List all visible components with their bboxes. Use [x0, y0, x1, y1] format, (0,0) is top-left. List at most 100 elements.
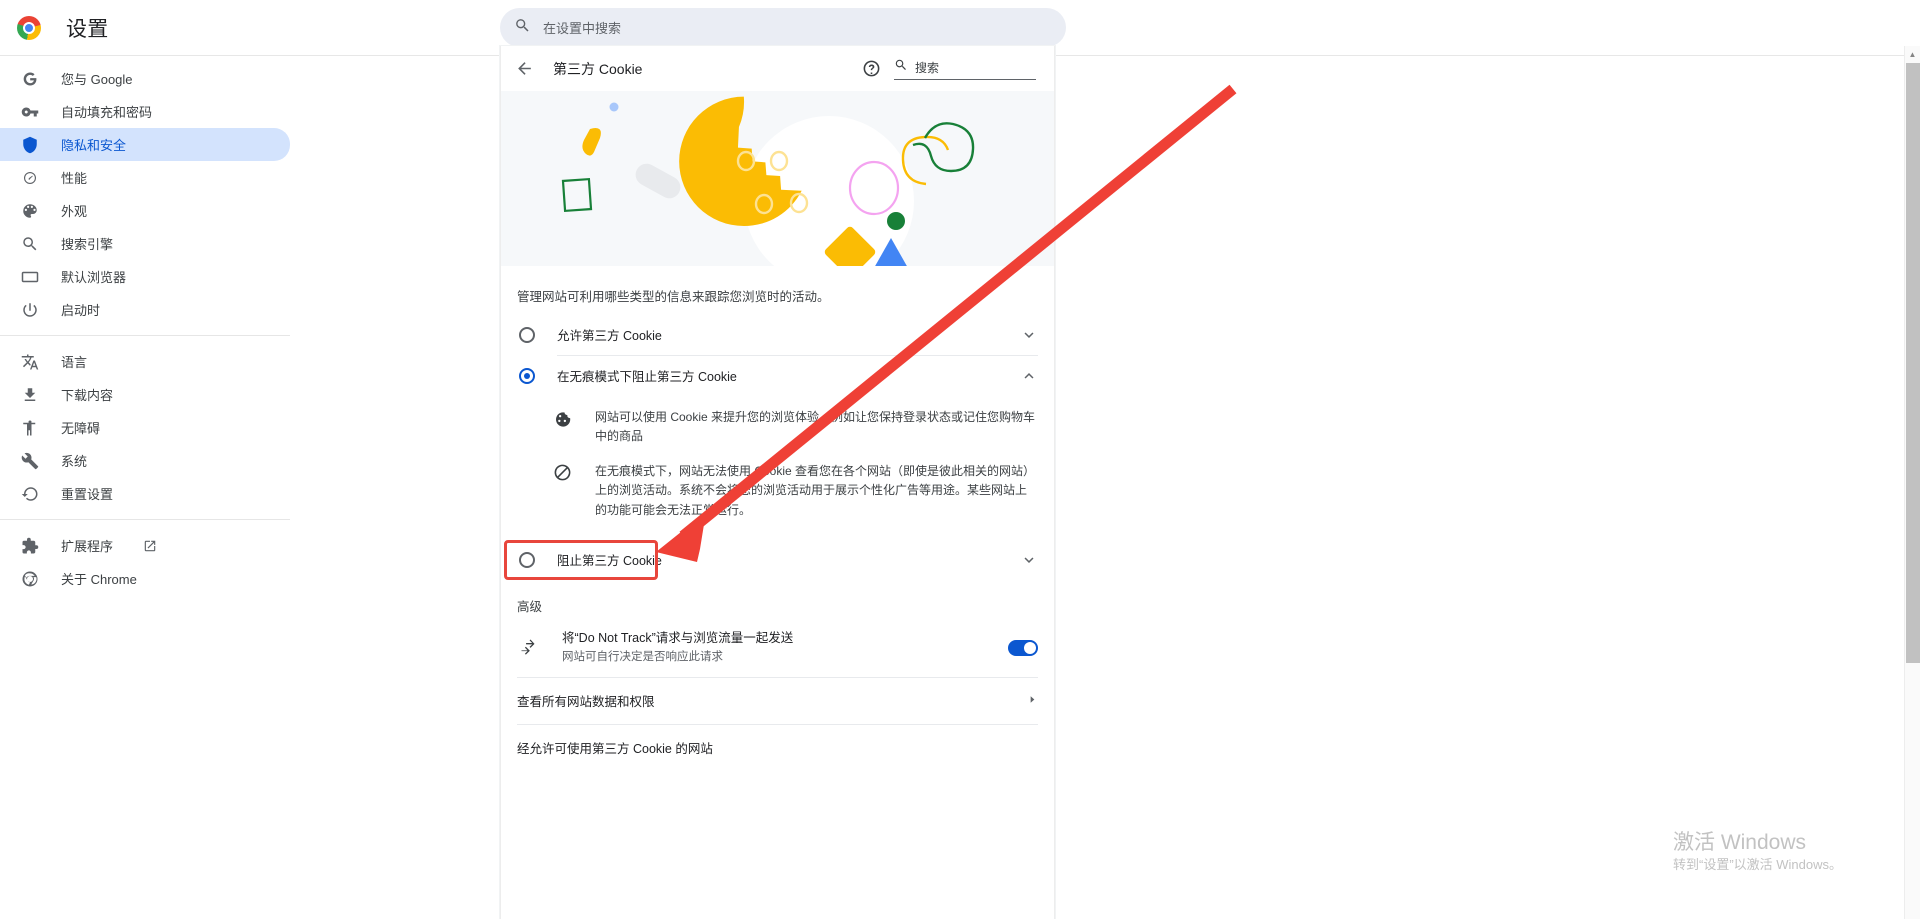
- translate-icon: [20, 352, 40, 372]
- scroll-up-icon[interactable]: ▲: [1905, 46, 1920, 62]
- sidebar-item-on-startup[interactable]: 启动时: [0, 293, 290, 326]
- sidebar-item-extensions[interactable]: 扩展程序: [0, 529, 290, 562]
- block-icon: [553, 463, 573, 483]
- main-panel: 第三方 Cookie 搜索 管理网站可利用哪些类型的信息来跟踪您浏览时的活动。 …: [500, 46, 1055, 919]
- option-label: 在无痕模式下阻止第三方 Cookie: [557, 370, 737, 385]
- sidebar-item-default-browser[interactable]: 默认浏览器: [0, 260, 290, 293]
- settings-search-box[interactable]: 在设置中搜索: [500, 8, 1066, 47]
- watermark-line-1: 激活 Windows: [1672, 830, 1807, 854]
- sidebar-item-appearance[interactable]: 外观: [0, 194, 290, 227]
- wrench-icon: [20, 451, 40, 471]
- advanced-section-title: 高级: [517, 599, 543, 614]
- option-allow-third-party-cookies[interactable]: 允许第三方 Cookie: [501, 315, 1054, 355]
- search-icon: [514, 17, 531, 39]
- chevron-down-icon[interactable]: [1020, 551, 1038, 569]
- sidebar-item-system[interactable]: 系统: [0, 444, 290, 477]
- page-title: 第三方 Cookie: [553, 60, 643, 77]
- view-all-site-data-label: 查看所有网站数据和权限: [517, 695, 655, 710]
- radio-button[interactable]: [519, 367, 535, 384]
- app-title: 设置: [66, 17, 109, 41]
- sidebar-item-label: 外观: [61, 204, 88, 219]
- sidebar-item-label: 自动填充和密码: [61, 105, 153, 120]
- sidebar-item-label: 下载内容: [61, 388, 114, 403]
- page-header: 第三方 Cookie 搜索: [501, 46, 1054, 91]
- external-link-icon: [143, 539, 157, 553]
- settings-window: 设置 在设置中搜索 您与 Google 自动填充和密码 隐私和安全 性能 外观 …: [0, 0, 1920, 919]
- cookie-illustration: [501, 91, 1054, 266]
- sidebar-item-label: 搜索引擎: [61, 237, 114, 252]
- do-not-track-row[interactable]: 将“Do Not Track”请求与浏览流量一起发送 网站可自行决定是否响应此请…: [501, 621, 1054, 677]
- search-icon: [20, 234, 40, 254]
- windows-activation-watermark: 激活 Windows 转到“设置”以激活 Windows。: [1673, 829, 1842, 874]
- option-detail: 网站可以使用 Cookie 来提升您的浏览体验，例如让您保持登录状态或记住您购物…: [501, 396, 1054, 450]
- settings-search-placeholder: 在设置中搜索: [543, 21, 622, 36]
- sidebar-item-label: 启动时: [61, 303, 101, 318]
- radio-button[interactable]: [519, 326, 535, 343]
- accessibility-icon: [20, 418, 40, 438]
- scrollbar-thumb[interactable]: [1906, 63, 1920, 663]
- option-label: 允许第三方 Cookie: [557, 329, 662, 344]
- sidebar: 您与 Google 自动填充和密码 隐私和安全 性能 外观 搜索引擎 默认浏览器…: [0, 56, 290, 919]
- extension-puzzle-icon: [20, 536, 40, 556]
- sidebar-item-search-engine[interactable]: 搜索引擎: [0, 227, 290, 260]
- option-detail: 在无痕模式下，网站无法使用 Cookie 查看您在各个网站（即使是彼此相关的网站…: [501, 450, 1054, 524]
- section-description: 管理网站可利用哪些类型的信息来跟踪您浏览时的活动。: [517, 290, 830, 304]
- sidebar-item-performance[interactable]: 性能: [0, 161, 290, 194]
- download-icon: [20, 385, 40, 405]
- page-search-box[interactable]: 搜索: [894, 58, 1036, 80]
- sidebar-item-accessibility[interactable]: 无障碍: [0, 411, 290, 444]
- sidebar-item-label: 您与 Google: [61, 72, 133, 87]
- key-icon: [20, 102, 40, 122]
- option-label: 阻止第三方 Cookie: [557, 554, 662, 569]
- back-arrow-icon[interactable]: [515, 59, 535, 79]
- sidebar-item-label: 语言: [61, 355, 88, 370]
- palette-icon: [20, 201, 40, 221]
- sidebar-item-you-and-google[interactable]: 您与 Google: [0, 62, 290, 95]
- sidebar-item-label: 系统: [61, 454, 88, 469]
- option-block-third-party-cookies[interactable]: 阻止第三方 Cookie: [501, 538, 1054, 582]
- allowed-sites-label: 经允许可使用第三方 Cookie 的网站: [517, 742, 713, 757]
- redirect-arrow-icon: [519, 637, 541, 659]
- chevron-up-icon[interactable]: [1020, 367, 1038, 385]
- browser-window-icon: [20, 267, 40, 287]
- sidebar-item-languages[interactable]: 语言: [0, 345, 290, 378]
- sidebar-item-label: 扩展程序: [61, 539, 114, 554]
- chrome-logo-icon: [17, 15, 41, 40]
- google-g-icon: [20, 69, 40, 89]
- sidebar-item-label: 重置设置: [61, 487, 114, 502]
- page-search-placeholder: 搜索: [915, 60, 940, 75]
- watermark-line-2: 转到“设置”以激活 Windows。: [1672, 856, 1842, 872]
- do-not-track-toggle[interactable]: [1008, 639, 1038, 656]
- option-block-third-party-cookies-incognito[interactable]: 在无痕模式下阻止第三方 Cookie: [501, 356, 1054, 396]
- chrome-outline-icon: [20, 569, 40, 589]
- option-detail-text: 网站可以使用 Cookie 来提升您的浏览体验，例如让您保持登录状态或记住您购物…: [595, 409, 1036, 443]
- power-icon: [20, 300, 40, 320]
- do-not-track-title: 将“Do Not Track”请求与浏览流量一起发送: [562, 630, 794, 645]
- sidebar-divider-1: [0, 335, 290, 336]
- allowed-sites-title: 经允许可使用第三方 Cookie 的网站: [501, 725, 1054, 771]
- restore-icon: [20, 484, 40, 504]
- sidebar-item-about-chrome[interactable]: 关于 Chrome: [0, 562, 290, 595]
- sidebar-item-downloads[interactable]: 下载内容: [0, 378, 290, 411]
- sidebar-item-label: 关于 Chrome: [61, 572, 137, 587]
- do-not-track-subtitle: 网站可自行决定是否响应此请求: [562, 651, 723, 664]
- sidebar-item-label: 隐私和安全: [61, 138, 127, 153]
- chevron-right-icon: [1027, 694, 1038, 708]
- help-circle-icon[interactable]: [862, 59, 881, 78]
- speedometer-icon: [20, 168, 40, 188]
- sidebar-item-privacy-security[interactable]: 隐私和安全: [0, 128, 290, 161]
- sidebar-item-reset-settings[interactable]: 重置设置: [0, 477, 290, 510]
- sidebar-divider-2: [0, 519, 290, 520]
- view-all-site-data-row[interactable]: 查看所有网站数据和权限: [501, 678, 1054, 724]
- sidebar-item-label: 无障碍: [61, 421, 101, 436]
- cookie-icon: [553, 409, 573, 429]
- shield-icon: [20, 135, 40, 155]
- sidebar-item-label: 默认浏览器: [61, 270, 127, 285]
- option-detail-text: 在无痕模式下，网站无法使用 Cookie 查看您在各个网站（即使是彼此相关的网站…: [595, 464, 1036, 517]
- sidebar-item-autofill-passwords[interactable]: 自动填充和密码: [0, 95, 290, 128]
- chevron-down-icon[interactable]: [1020, 326, 1038, 344]
- radio-button[interactable]: [519, 551, 535, 568]
- sidebar-item-label: 性能: [61, 171, 88, 186]
- search-icon: [894, 58, 908, 77]
- page-scrollbar[interactable]: ▲: [1904, 46, 1920, 919]
